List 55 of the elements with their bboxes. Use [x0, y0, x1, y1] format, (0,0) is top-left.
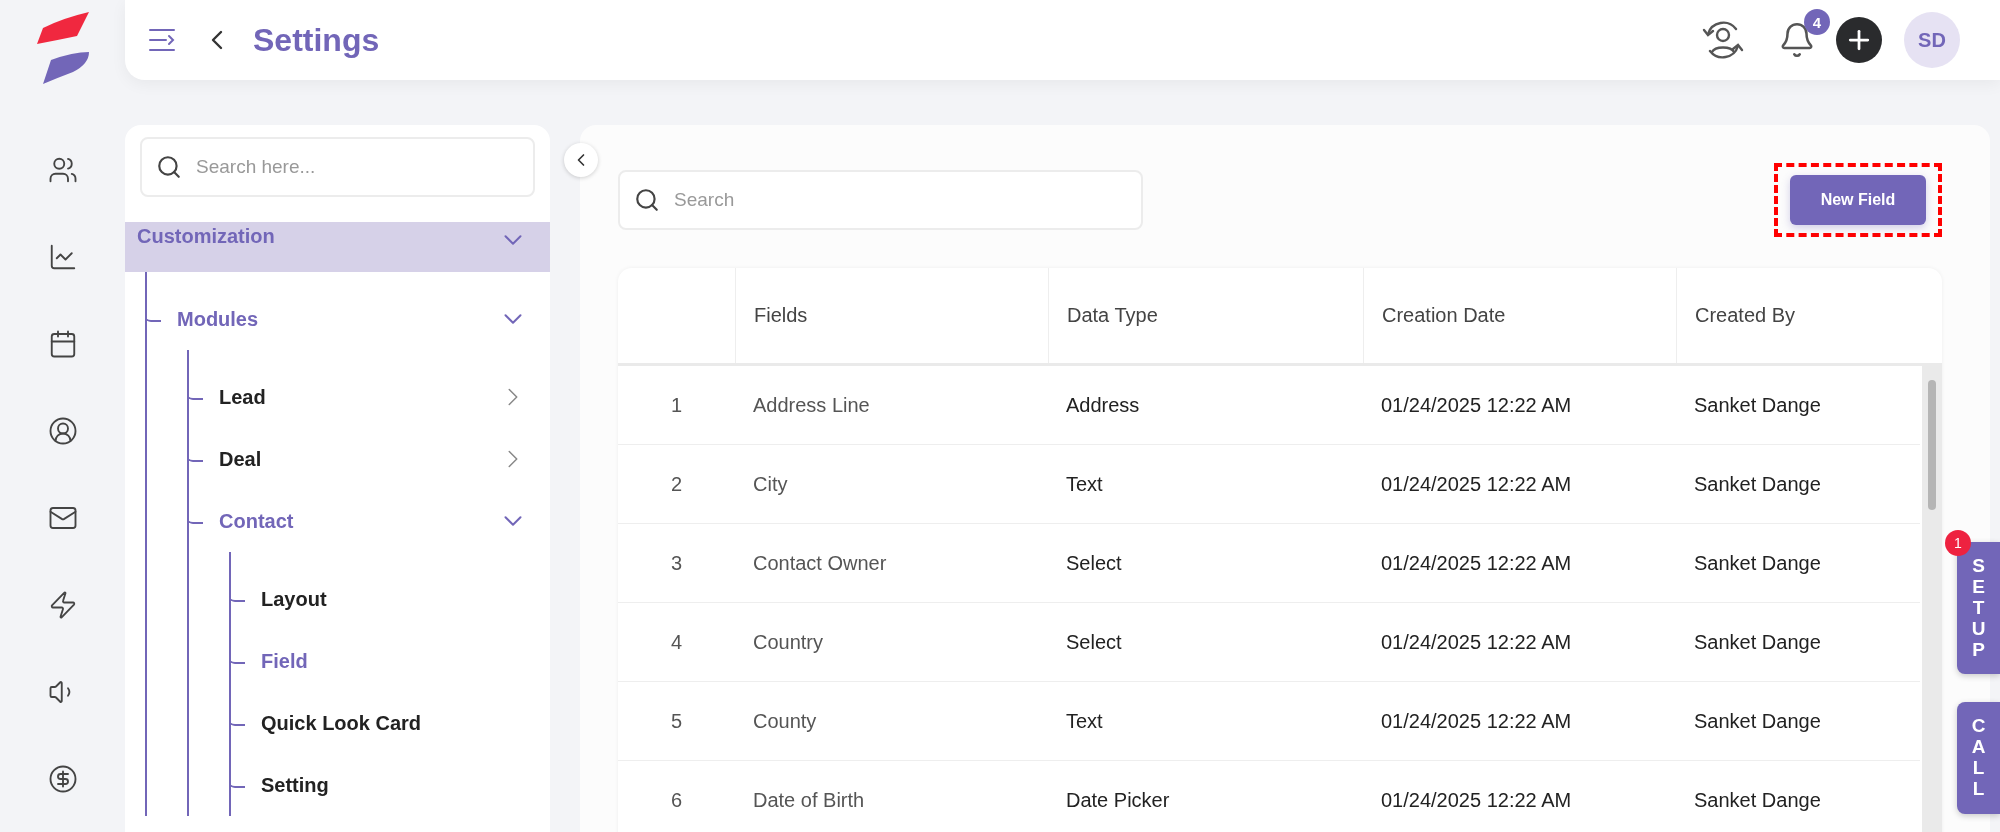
table-cell: Sanket Dange	[1694, 709, 1821, 733]
add-button[interactable]	[1836, 17, 1882, 63]
table-cell: 01/24/2025 12:22 AM	[1381, 393, 1572, 417]
table-cell: Address Line	[753, 393, 870, 417]
column-header[interactable]: Fields	[735, 268, 1048, 363]
search-field[interactable]: Search	[618, 170, 1143, 230]
tree-item[interactable]: Deal	[219, 447, 262, 471]
column-header[interactable]: Created By	[1676, 268, 1942, 363]
table-cell: Sanket Dange	[1694, 788, 1821, 812]
notification-count: 4	[1804, 9, 1830, 35]
row-number: 1	[670, 393, 683, 417]
table-cell: Date of Birth	[753, 788, 865, 812]
table-cell: 01/24/2025 12:22 AM	[1381, 788, 1572, 812]
page-title: Settings	[253, 21, 380, 59]
user-sync-icon[interactable]	[1700, 20, 1746, 60]
row-number: 3	[670, 551, 683, 575]
table-cell: Text	[1066, 472, 1103, 496]
table-cell: 01/24/2025 12:22 AM	[1381, 472, 1572, 496]
tree-item[interactable]: Layout	[261, 587, 327, 611]
tree-item[interactable]: Contact	[219, 509, 294, 533]
table-cell: Date Picker	[1066, 788, 1170, 812]
tree-item[interactable]: Modules	[177, 307, 259, 331]
tree-item[interactable]: Lead	[219, 385, 266, 409]
sidebar-search-field[interactable]: Search here...	[140, 137, 535, 197]
column-header[interactable]: Creation Date	[1363, 268, 1676, 363]
table-cell: 01/24/2025 12:22 AM	[1381, 630, 1572, 654]
row-number: 5	[670, 709, 683, 733]
row-number: 6	[670, 788, 683, 812]
column-header[interactable]: Data Type	[1048, 268, 1363, 363]
table-cell: 01/24/2025 12:22 AM	[1381, 709, 1572, 733]
side-tab[interactable]: CALL	[1957, 702, 2000, 814]
scrollbar-thumb[interactable]	[1928, 380, 1936, 510]
row-number: 4	[670, 630, 683, 654]
table-cell: 01/24/2025 12:22 AM	[1381, 551, 1572, 575]
table-cell: Sanket Dange	[1694, 393, 1821, 417]
table-cell: Sanket Dange	[1694, 630, 1821, 654]
table-cell: City	[753, 472, 788, 496]
new-field-button[interactable]: New Field	[1790, 175, 1926, 225]
table-cell: Select	[1066, 551, 1122, 575]
tree-item[interactable]: Quick Look Card	[261, 711, 422, 735]
table-cell: County	[753, 709, 817, 733]
table-cell: Sanket Dange	[1694, 472, 1821, 496]
table-cell: Text	[1066, 709, 1103, 733]
table-cell: Address	[1066, 393, 1140, 417]
search-icon	[156, 154, 182, 180]
table-cell: Select	[1066, 630, 1122, 654]
tree-item[interactable]: Field	[261, 649, 308, 673]
table-cell: Contact Owner	[753, 551, 887, 575]
table-cell: Country	[753, 630, 824, 654]
search-icon	[634, 187, 660, 213]
tree-item[interactable]: Setting	[261, 773, 329, 797]
row-number: 2	[670, 472, 683, 496]
user-avatar[interactable]: SD	[1904, 12, 1960, 68]
menu-icon[interactable]	[147, 27, 177, 53]
table-cell: Sanket Dange	[1694, 551, 1821, 575]
